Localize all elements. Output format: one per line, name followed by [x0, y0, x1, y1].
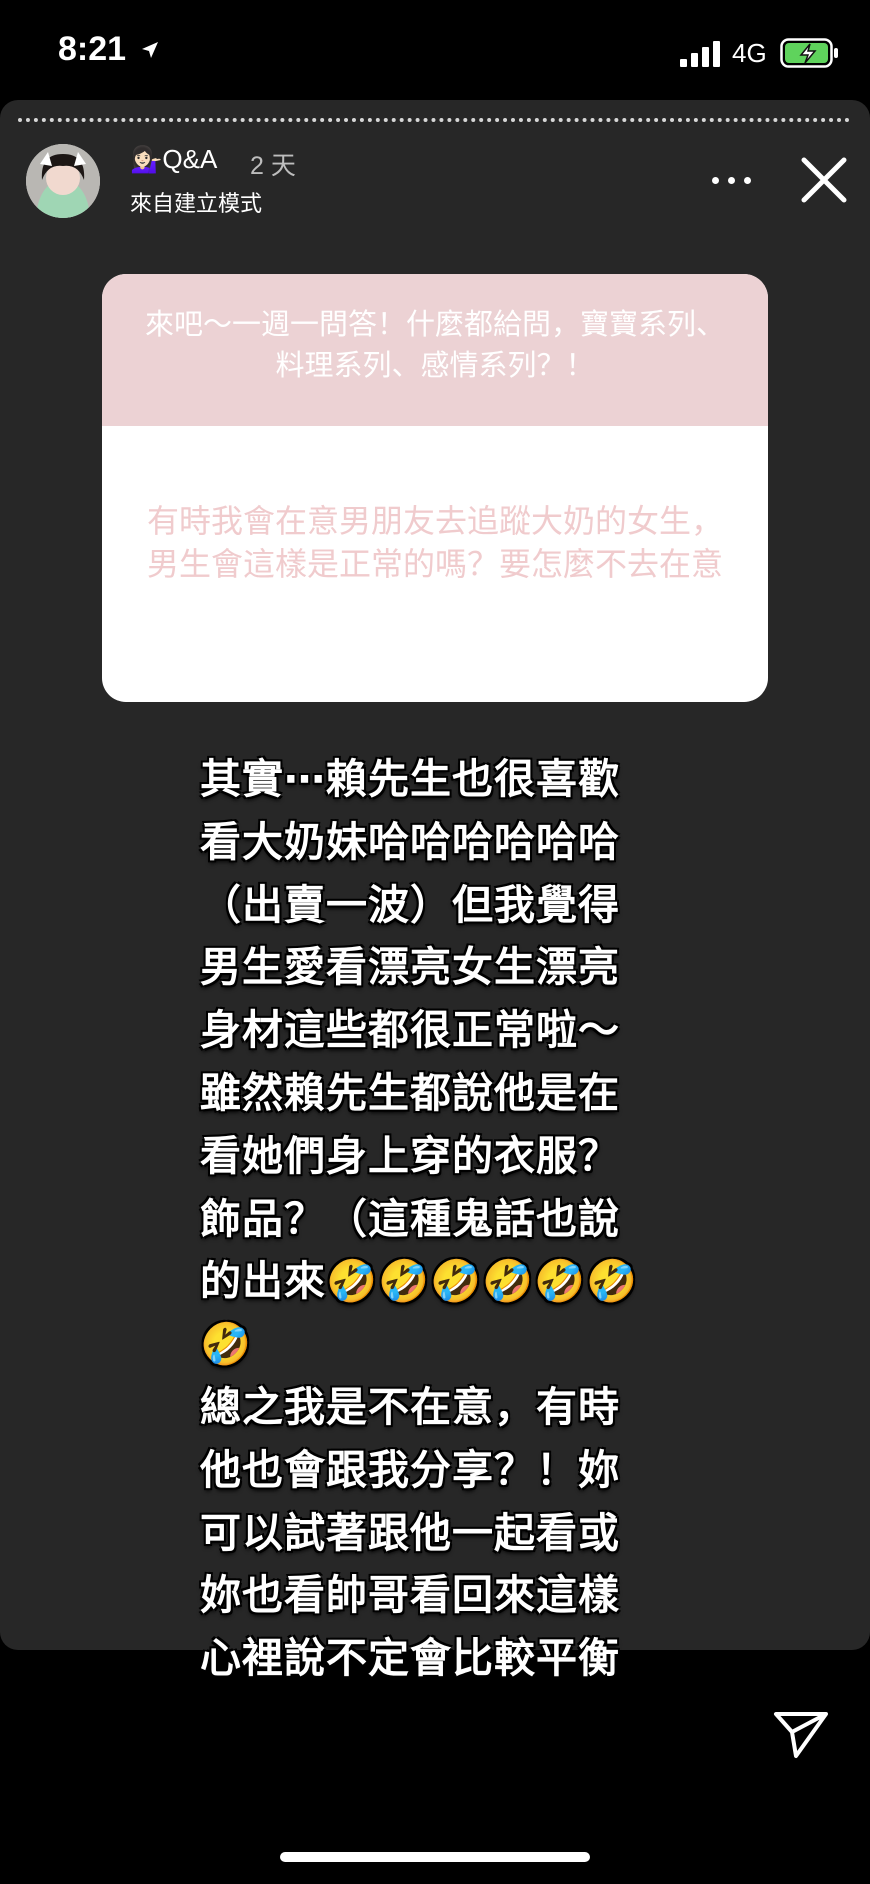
signal-icon: [680, 41, 720, 67]
send-icon[interactable]: [772, 1708, 830, 1760]
question-header: 來吧～一週一問答！什麼都給問，寶寶系列、料理系列、感情系列？！: [102, 274, 768, 426]
story-progress-bar: [18, 118, 850, 126]
network-type: 4G: [732, 38, 767, 68]
avatar-image: [26, 144, 100, 218]
battery-charging-icon: [780, 38, 838, 68]
question-card[interactable]: 來吧～一週一問答！什麼都給問，寶寶系列、料理系列、感情系列？！ 有時我會在意男朋…: [102, 274, 768, 702]
avatar[interactable]: [26, 144, 100, 218]
story-subtitle: 來自建立模式: [130, 192, 263, 217]
question-prompt: 來吧～一週一問答！什麼都給問，寶寶系列、料理系列、感情系列？！: [144, 307, 725, 382]
question-response: 有時我會在意男朋友去追蹤大奶的女生，男生會這樣是正常的嗎？要怎麼不去在意: [146, 502, 723, 583]
close-icon[interactable]: [796, 152, 852, 208]
home-indicator[interactable]: [280, 1852, 590, 1862]
more-icon[interactable]: [710, 160, 754, 200]
story-viewer[interactable]: 💁🏻‍♀️Q&A 2 天 來自建立模式 來吧～一週一問答！什麼都給問，寶寶系列、…: [0, 100, 870, 1682]
status-bar: 8:21 4G: [0, 0, 870, 100]
location-arrow-icon: [142, 42, 158, 58]
story-caption: 其實⋯賴先生也很喜歡 看大奶妹哈哈哈哈哈哈 （出賣一波）但我覺得 男生愛看漂亮女…: [200, 755, 639, 1683]
story-user-name[interactable]: 💁🏻‍♀️Q&A: [130, 144, 217, 175]
status-time: 8:21: [58, 30, 127, 68]
story-time-ago: 2 天: [250, 152, 296, 180]
